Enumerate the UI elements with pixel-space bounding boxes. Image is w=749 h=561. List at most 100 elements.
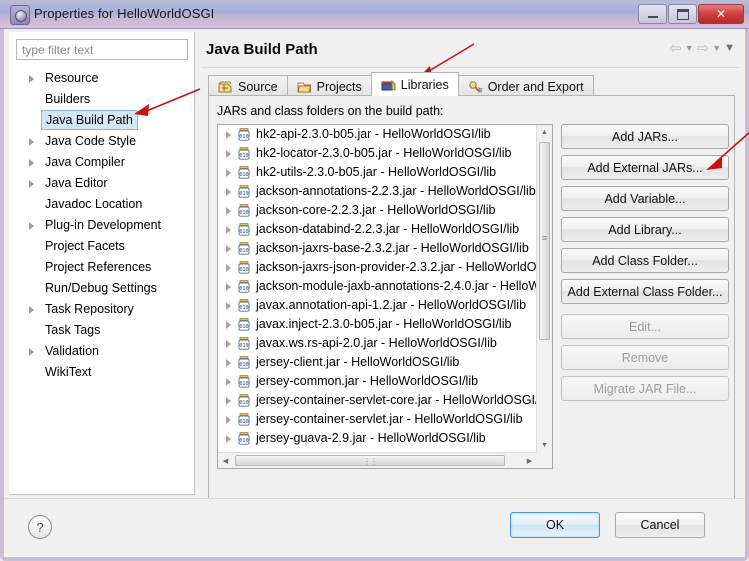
jar-list-vertical-scrollbar[interactable]: ▲ ▼ [536, 125, 552, 453]
sidebar-item-resource[interactable]: Resource [9, 68, 194, 89]
expand-triangle-icon[interactable] [29, 222, 34, 230]
button-label: Add External Class Folder... [567, 284, 723, 299]
jar-list-item-label: hk2-locator-2.3.0-b05.jar - HelloWorldOS… [256, 146, 512, 160]
expand-triangle-icon[interactable] [226, 226, 231, 234]
sidebar-item-wikitext[interactable]: WikiText [9, 362, 194, 383]
jar-file-icon: 010 [238, 375, 250, 388]
jar-list-item[interactable]: 010 jersey-client.jar - HelloWorldOSGI/li… [218, 353, 537, 372]
jar-list-item[interactable]: 010 jackson-annotations-2.2.3.jar - Hello… [218, 182, 537, 201]
expand-triangle-icon[interactable] [226, 302, 231, 310]
button-add-jars[interactable]: Add JARs... [561, 124, 729, 149]
jar-list-item[interactable]: 010 hk2-locator-2.3.0-b05.jar - HelloWorl… [218, 144, 537, 163]
jar-list-item[interactable]: 010 hk2-utils-2.3.0-b05.jar - HelloWorldO… [218, 163, 537, 182]
scroll-down-icon[interactable]: ▼ [537, 438, 552, 453]
jar-list-item-label: jersey-guava-2.9.jar - HelloWorldOSGI/li… [256, 431, 486, 445]
sidebar-item-task-repository[interactable]: Task Repository [9, 299, 194, 320]
sidebar-item-run-debug-settings[interactable]: Run/Debug Settings [9, 278, 194, 299]
forward-menu-chevron-down-icon[interactable]: ▼ [712, 44, 721, 53]
jar-list-item[interactable]: 010 hk2-api-2.3.0-b05.jar - HelloWorldOSG… [218, 125, 537, 144]
sidebar-item-task-tags[interactable]: Task Tags [9, 320, 194, 341]
jar-list-item[interactable]: 010 jackson-module-jaxb-annotations-2.4.0… [218, 277, 537, 296]
jar-list-item[interactable]: 010 jackson-jaxrs-base-2.3.2.jar - HelloW… [218, 239, 537, 258]
tab-order-and-export[interactable]: Order and Export [458, 75, 594, 97]
jar-list[interactable]: 010 hk2-api-2.3.0-b05.jar - HelloWorldOSG… [217, 124, 553, 469]
scroll-right-icon[interactable]: ▶ [522, 453, 537, 468]
expand-triangle-icon[interactable] [226, 321, 231, 329]
forward-arrow-icon[interactable]: ⇨ [697, 41, 710, 56]
tab-source[interactable]: Source [208, 75, 287, 97]
ok-button[interactable]: OK [510, 512, 600, 538]
expand-triangle-icon[interactable] [226, 283, 231, 291]
expand-triangle-icon[interactable] [226, 131, 231, 139]
jar-list-item[interactable]: 010 jackson-core-2.2.3.jar - HelloWorldOS… [218, 201, 537, 220]
filter-input[interactable]: type filter text [16, 39, 188, 60]
sidebar-item-java-code-style[interactable]: Java Code Style [9, 131, 194, 152]
jar-file-icon: 010 [238, 261, 250, 274]
expand-triangle-icon[interactable] [29, 180, 34, 188]
scroll-up-icon[interactable]: ▲ [537, 125, 552, 140]
close-button[interactable]: ✕ [698, 4, 744, 24]
sidebar-item-java-compiler[interactable]: Java Compiler [9, 152, 194, 173]
libraries-books-icon [381, 79, 396, 91]
jar-list-item[interactable]: 010 jersey-common.jar - HelloWorldOSGI/li… [218, 372, 537, 391]
button-label: Remove [621, 350, 669, 365]
sidebar-item-validation[interactable]: Validation [9, 341, 194, 362]
expand-triangle-icon[interactable] [226, 245, 231, 253]
sidebar-item-javadoc-location[interactable]: Javadoc Location [9, 194, 194, 215]
sidebar-item-project-references[interactable]: Project References [9, 257, 194, 278]
expand-triangle-icon[interactable] [226, 378, 231, 386]
button-add-external-jars[interactable]: Add External JARs... [561, 155, 729, 180]
expand-triangle-icon[interactable] [29, 159, 34, 167]
back-arrow-icon[interactable]: ⇦ [669, 41, 682, 56]
expand-triangle-icon[interactable] [226, 150, 231, 158]
build-path-tabs: Source Projects Libraries Order and Export [208, 72, 735, 97]
jar-list-item[interactable]: 010 jackson-jaxrs-json-provider-2.3.2.jar… [218, 258, 537, 277]
expand-triangle-icon[interactable] [29, 348, 34, 356]
expand-triangle-icon[interactable] [226, 397, 231, 405]
tab-libraries[interactable]: Libraries [370, 72, 459, 96]
expand-triangle-icon[interactable] [29, 138, 34, 146]
vertical-scroll-thumb[interactable] [539, 142, 550, 340]
cancel-button[interactable]: Cancel [615, 512, 705, 538]
minimize-button[interactable] [638, 4, 667, 24]
jar-file-icon: 010 [238, 432, 250, 445]
button-add-class-folder[interactable]: Add Class Folder... [561, 248, 729, 273]
expand-triangle-icon[interactable] [226, 188, 231, 196]
expand-triangle-icon[interactable] [226, 264, 231, 272]
help-question-icon[interactable]: ? [28, 515, 52, 539]
expand-triangle-icon[interactable] [226, 359, 231, 367]
sidebar-item-java-build-path[interactable]: Java Build Path [9, 110, 194, 131]
page-menu-chevron-down-icon[interactable]: ▼ [724, 43, 735, 54]
expand-triangle-icon[interactable] [29, 75, 34, 83]
button-add-external-class-folder[interactable]: Add External Class Folder... [561, 279, 729, 304]
scroll-left-icon[interactable]: ◀ [218, 453, 233, 468]
expand-triangle-icon[interactable] [226, 435, 231, 443]
expand-triangle-icon[interactable] [226, 207, 231, 215]
expand-triangle-icon[interactable] [226, 416, 231, 424]
jar-list-item[interactable]: 010 jersey-container-servlet.jar - HelloW… [218, 410, 537, 429]
tab-projects[interactable]: Projects [286, 75, 371, 97]
jar-list-item[interactable]: 010 javax.inject-2.3.0-b05.jar - HelloWor… [218, 315, 537, 334]
button-add-variable[interactable]: Add Variable... [561, 186, 729, 211]
sidebar-item-builders[interactable]: Builders [9, 89, 194, 110]
sidebar-item-plug-in-development[interactable]: Plug-in Development [9, 215, 194, 236]
jar-list-item[interactable]: 010 javax.ws.rs-api-2.0.jar - HelloWorldO… [218, 334, 537, 353]
sidebar-item-label: Task Tags [45, 323, 101, 337]
jar-list-item[interactable]: 010 javax.annotation-api-1.2.jar - HelloW… [218, 296, 537, 315]
jar-file-icon: 010 [238, 337, 250, 350]
jar-list-item[interactable]: 010 jersey-guava-2.9.jar - HelloWorldOSGI… [218, 429, 537, 448]
button-add-library[interactable]: Add Library... [561, 217, 729, 242]
jar-file-icon: 010 [238, 223, 250, 236]
sidebar-item-project-facets[interactable]: Project Facets [9, 236, 194, 257]
back-menu-chevron-down-icon[interactable]: ▼ [685, 44, 694, 53]
expand-triangle-icon[interactable] [226, 169, 231, 177]
title-bar: Properties for HelloWorldOSGI ✕ [0, 0, 749, 29]
horizontal-scroll-thumb[interactable] [235, 455, 505, 466]
jar-list-horizontal-scrollbar[interactable]: ◀ ▶ [218, 452, 537, 468]
jar-list-item[interactable]: 010 jackson-databind-2.2.3.jar - HelloWor… [218, 220, 537, 239]
expand-triangle-icon[interactable] [226, 340, 231, 348]
maximize-button[interactable] [668, 4, 697, 24]
expand-triangle-icon[interactable] [29, 306, 34, 314]
jar-list-item[interactable]: 010 jersey-container-servlet-core.jar - H… [218, 391, 537, 410]
sidebar-item-java-editor[interactable]: Java Editor [9, 173, 194, 194]
